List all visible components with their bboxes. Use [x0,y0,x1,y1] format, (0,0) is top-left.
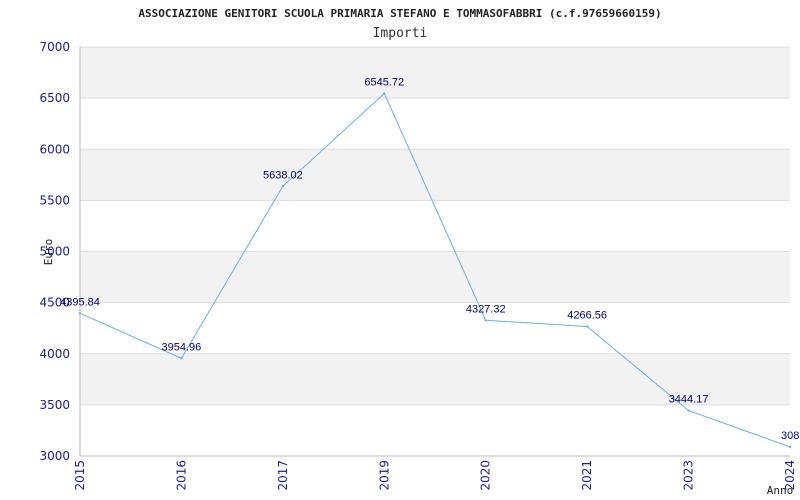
data-point [687,409,690,412]
x-tick-label: 2021 [580,460,594,491]
data-label: 4327.32 [466,303,506,315]
x-axis-ticks: 2015 2016 2017 2019 2020 2021 2023 2024 [73,460,797,491]
x-tick-label: 2020 [479,460,493,491]
y-tick-label: 5500 [39,193,70,207]
y-tick-label: 3500 [39,398,70,412]
y-tick-label: 6000 [39,142,70,156]
data-point [383,92,386,95]
data-point [180,357,183,360]
data-label: 3089.3 [781,430,800,442]
y-axis-label: Euro [42,239,55,266]
data-point [78,312,82,315]
y-tick-label: 6500 [39,91,70,105]
x-tick-label: 2023 [682,460,696,491]
x-axis-label: Anno [767,484,794,497]
plot-band [80,47,790,99]
data-label: 3954.96 [162,341,202,353]
line-chart: 300035004000450050005500600065007000 201… [39,7,800,497]
y-tick-label: 3000 [39,449,70,463]
x-tick-label: 2017 [276,460,290,491]
plot-band [80,251,790,303]
data-label: 6545.72 [364,76,404,88]
x-tick-label: 2016 [174,460,188,491]
data-label: 4395.84 [60,296,100,308]
data-point [788,445,792,449]
data-point [281,185,285,188]
y-tick-label: 4000 [39,347,70,361]
data-label: 5638.02 [263,169,303,181]
plot-band [80,98,790,150]
data-point [585,325,589,328]
plot-band [80,404,790,456]
data-label: 3444.17 [669,394,709,406]
x-tick-label: 2015 [73,460,87,491]
data-label: 4266.56 [567,309,607,321]
data-point [484,319,487,322]
plot-band [80,149,790,201]
chart-subtitle: Importi [373,26,428,41]
chart-title: ASSOCIAZIONE GENITORI SCUOLA PRIMARIA ST… [138,7,661,20]
x-tick-label: 2019 [377,460,391,491]
y-tick-label: 7000 [39,40,70,54]
